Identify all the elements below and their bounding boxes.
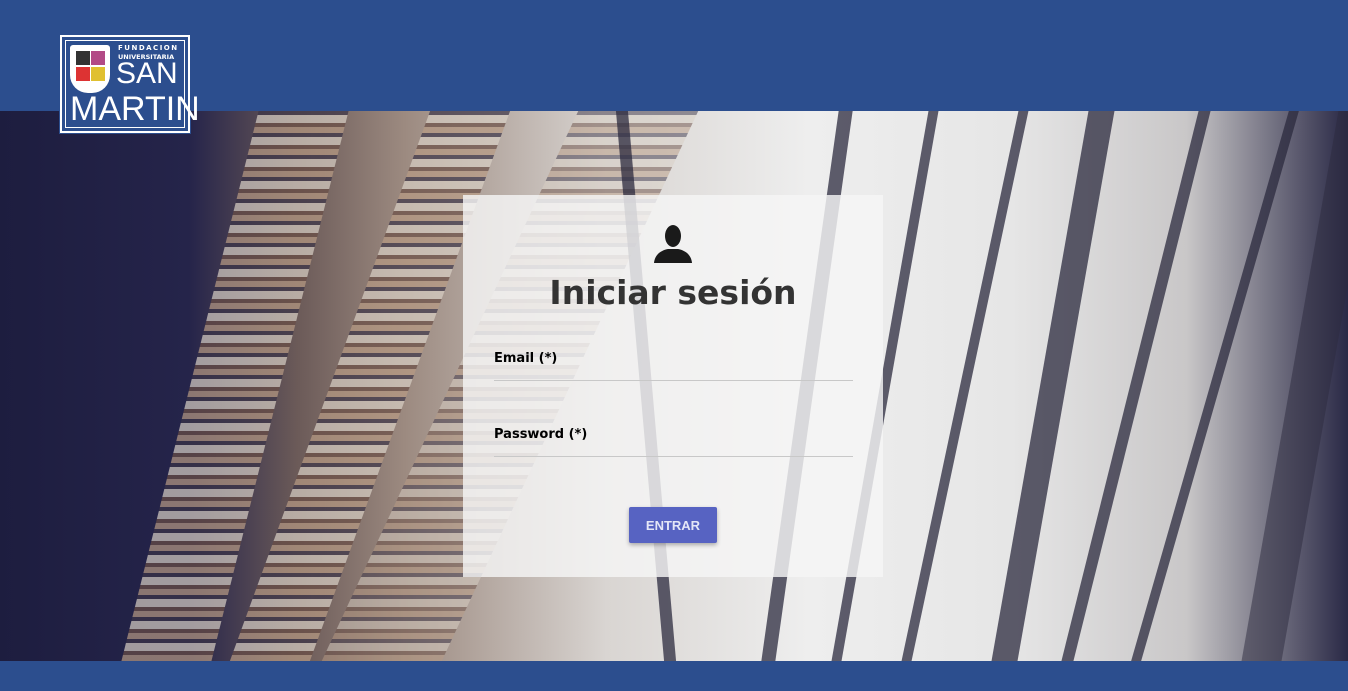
password-field[interactable]: Password (*) [494, 427, 853, 457]
password-input[interactable] [494, 442, 853, 456]
user-icon [654, 225, 692, 263]
logo-line-fundacion: FUNDACION [118, 44, 179, 52]
login-card: Iniciar sesión Email (*) Password (*) EN… [463, 195, 883, 577]
university-logo[interactable]: FUNDACION UNIVERSITARIA SAN MARTIN [59, 34, 200, 134]
crest-icon [70, 45, 110, 93]
header-bar [0, 0, 1348, 111]
login-title: Iniciar sesión [549, 273, 797, 312]
email-field[interactable]: Email (*) [494, 351, 853, 381]
password-label: Password (*) [494, 427, 588, 442]
footer-bar [0, 661, 1348, 691]
email-label: Email (*) [494, 351, 558, 366]
logo-line-san: SAN [116, 57, 178, 90]
email-input[interactable] [494, 366, 853, 380]
submit-button[interactable]: ENTRAR [629, 507, 717, 543]
logo-line-martin: MARTIN [70, 90, 200, 128]
